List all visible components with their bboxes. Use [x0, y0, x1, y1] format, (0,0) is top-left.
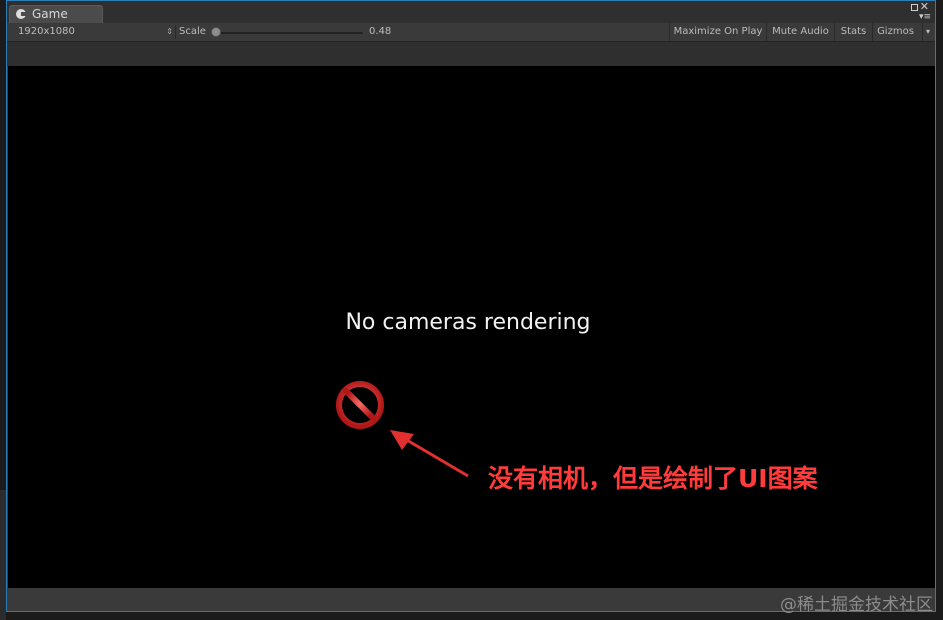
tab-game[interactable]: Game: [9, 5, 103, 23]
game-viewport[interactable]: No cameras rendering 没有相机，但是绘制了UI图案: [8, 66, 935, 588]
divider: [175, 25, 176, 39]
menu-icon[interactable]: ▾≡: [919, 13, 931, 22]
annotation-arrow: [390, 430, 469, 478]
stats-button[interactable]: Stats: [834, 23, 872, 41]
gizmos-button[interactable]: Gizmos: [872, 23, 918, 41]
unity-game-icon: [16, 9, 26, 19]
updown-arrow-icon: ⇕: [166, 27, 173, 36]
scale-value: 0.48: [369, 26, 392, 37]
scale-slider-thumb[interactable]: [211, 27, 221, 37]
game-toolbar: 1920x1080 ⇕ Scale 0.48 Maximize On Play …: [7, 23, 935, 42]
resolution-label: 1920x1080: [18, 26, 75, 37]
maximize-icon[interactable]: [911, 4, 918, 11]
window-controls: ✕ ▾≡: [909, 1, 931, 22]
forbidden-icon: [336, 381, 384, 429]
game-window: Game ✕ ▾≡ 1920x1080 ⇕ Scale 0.48 Maximiz…: [6, 0, 936, 612]
no-cameras-message: No cameras rendering: [345, 310, 591, 335]
mute-audio-button[interactable]: Mute Audio: [766, 23, 834, 41]
scale-label: Scale: [179, 26, 206, 37]
scale-slider-track[interactable]: [215, 32, 363, 34]
annotation-text: 没有相机，但是绘制了UI图案: [488, 464, 818, 493]
viewport-top-bar: [7, 42, 935, 66]
tab-label: Game: [32, 7, 68, 21]
title-bar: Game ✕ ▾≡: [7, 1, 935, 23]
maximize-on-play-button[interactable]: Maximize On Play: [669, 23, 766, 41]
watermark: @稀土掘金技术社区: [780, 595, 933, 615]
gizmos-dropdown-icon[interactable]: ▾: [922, 23, 933, 41]
close-icon[interactable]: ✕: [920, 1, 929, 12]
resolution-dropdown[interactable]: 1920x1080 ⇕: [11, 23, 175, 41]
